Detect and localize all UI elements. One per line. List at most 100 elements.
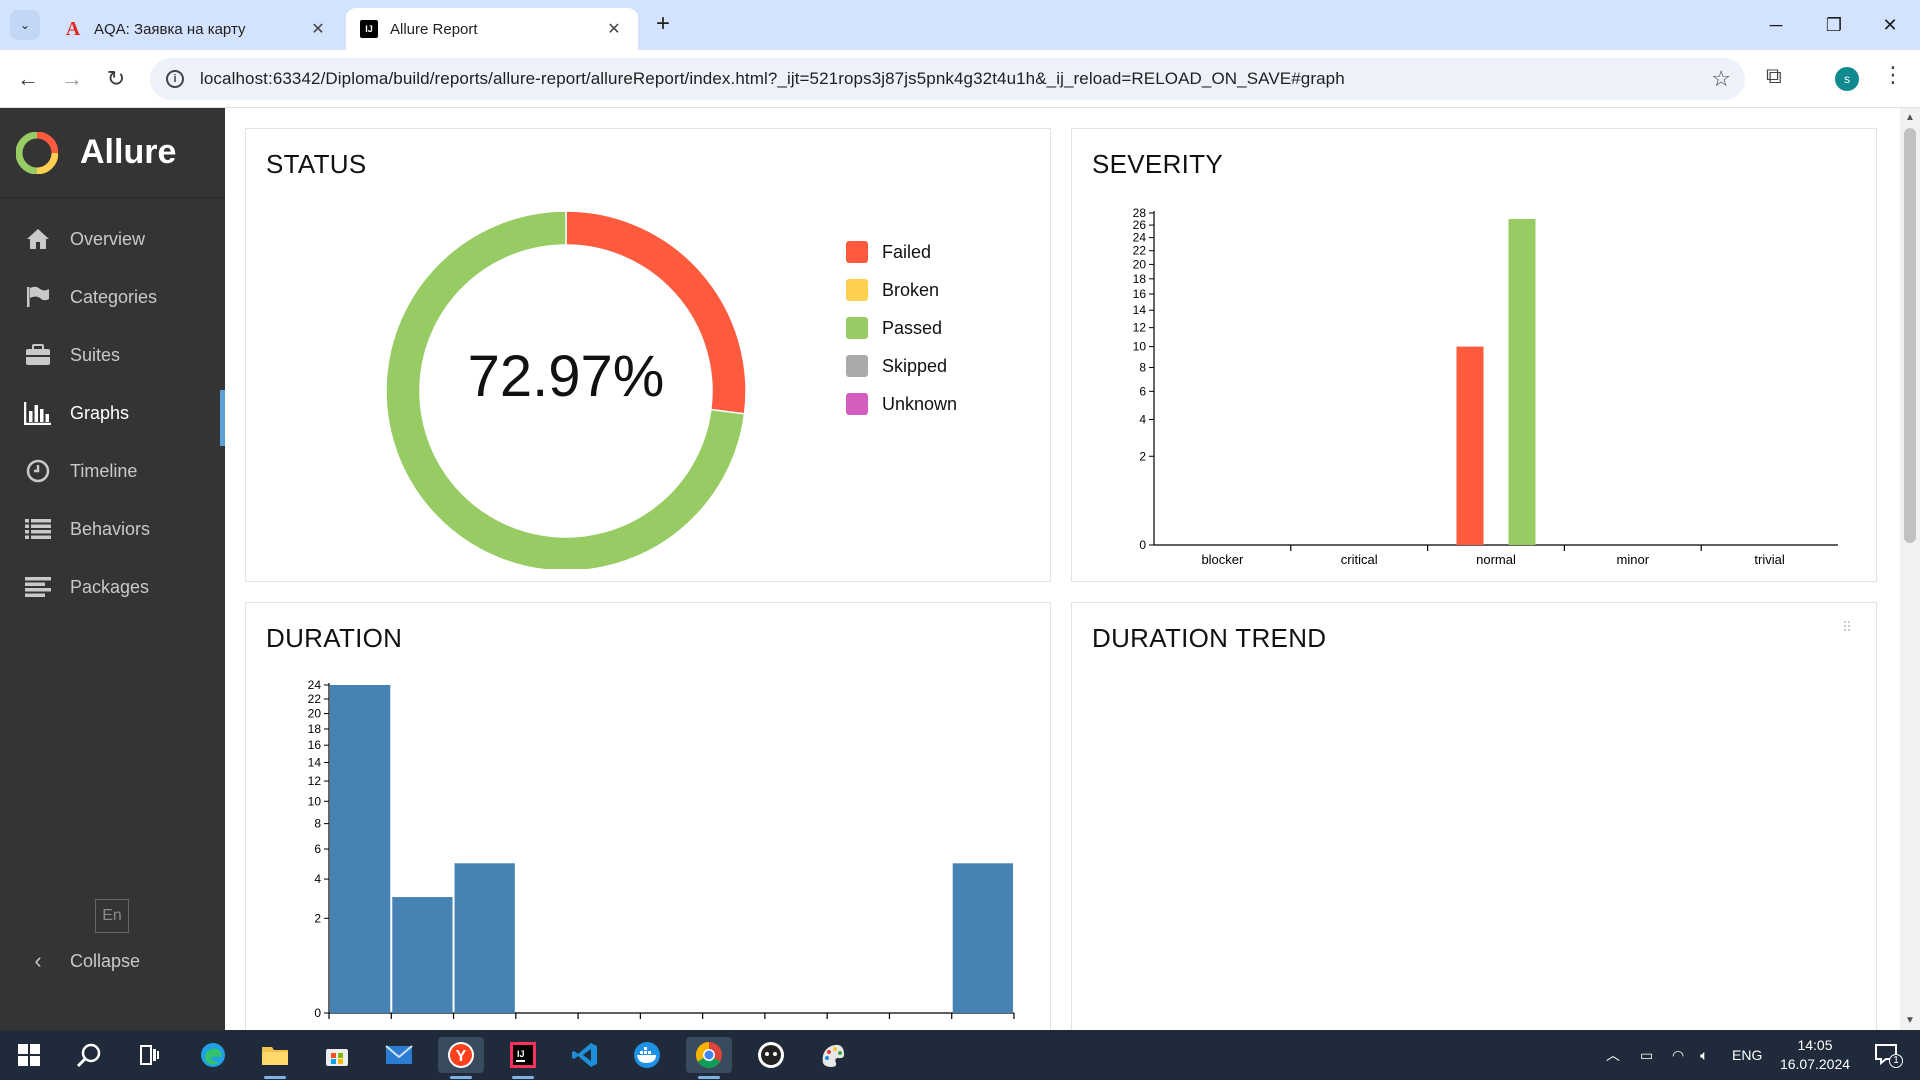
legend-item-broken[interactable]: Broken bbox=[846, 271, 957, 309]
legend-label: Skipped bbox=[882, 355, 948, 376]
site-info-icon[interactable]: i bbox=[166, 70, 184, 88]
mail-icon[interactable] bbox=[376, 1037, 422, 1073]
scroll-up-icon[interactable]: ▲ bbox=[1905, 112, 1915, 123]
volume-icon[interactable]: 🔈︎ bbox=[1700, 1030, 1708, 1080]
task-view-icon[interactable] bbox=[126, 1037, 172, 1073]
extensions-icon[interactable]: ⧉ bbox=[1766, 63, 1782, 89]
sidebar-item-overview[interactable]: Overview bbox=[0, 210, 225, 268]
search-icon[interactable] bbox=[66, 1037, 112, 1073]
brand-name: Allure bbox=[80, 133, 177, 171]
drag-handle-icon[interactable]: ⠿ bbox=[1842, 620, 1856, 639]
legend-swatch bbox=[846, 241, 868, 263]
bar-chart-icon bbox=[24, 401, 52, 425]
x-tick-label: trivial bbox=[1754, 552, 1784, 567]
duration-trend-title: DURATION TREND bbox=[1092, 623, 1327, 653]
y-tick-label: 22 bbox=[308, 692, 322, 706]
y-tick-label: 14 bbox=[1133, 303, 1147, 317]
taskbar-clock[interactable]: 14:05 16.07.2024 bbox=[1770, 1036, 1860, 1074]
address-bar[interactable]: i localhost:63342/Diploma/build/reports/… bbox=[150, 58, 1745, 100]
collapse-button[interactable]: ‹ Collapse bbox=[24, 948, 140, 974]
yandex-browser-icon[interactable]: Y bbox=[438, 1037, 484, 1079]
browser-tab-aqa[interactable]: A AQA: Заявка на карту ✕ bbox=[50, 8, 342, 50]
duration-bar bbox=[392, 897, 453, 1013]
windows-start-icon[interactable] bbox=[6, 1037, 52, 1073]
notification-count: 1 bbox=[1889, 1054, 1903, 1068]
x-tick-label: blocker bbox=[1201, 552, 1244, 567]
legend-item-skipped[interactable]: Skipped bbox=[846, 347, 957, 385]
file-explorer-icon[interactable] bbox=[252, 1037, 298, 1079]
reload-icon[interactable]: ↻ bbox=[100, 63, 132, 95]
edge-icon[interactable] bbox=[190, 1037, 236, 1073]
language-button[interactable]: En bbox=[95, 899, 129, 933]
wifi-icon[interactable]: ◠ bbox=[1672, 1030, 1684, 1080]
sidebar-item-timeline[interactable]: Timeline bbox=[0, 442, 225, 500]
svg-text:Y: Y bbox=[456, 1048, 467, 1065]
tab-title: AQA: Заявка на карту bbox=[94, 20, 246, 38]
duration-trend-widget: DURATION TREND ⠿ bbox=[1071, 602, 1877, 1030]
severity-bar-failed-normal bbox=[1456, 346, 1484, 545]
browser-tab-bar: ⌄ A AQA: Заявка на карту ✕ IJ Allure Rep… bbox=[0, 0, 1920, 50]
y-tick-label: 22 bbox=[1133, 244, 1147, 258]
notification-center-icon[interactable]: 1 bbox=[1874, 1042, 1904, 1070]
scrollbar-thumb[interactable] bbox=[1904, 128, 1916, 543]
sidebar-item-label: Packages bbox=[70, 576, 150, 597]
back-icon[interactable]: ← bbox=[12, 63, 44, 95]
sidebar-item-suites[interactable]: Suites bbox=[0, 326, 225, 384]
chrome-icon[interactable] bbox=[686, 1037, 732, 1079]
y-tick-label: 20 bbox=[308, 707, 322, 721]
close-tab-icon[interactable]: ✕ bbox=[308, 19, 328, 39]
new-tab-button[interactable]: + bbox=[650, 12, 676, 38]
paint-icon[interactable] bbox=[810, 1037, 856, 1073]
battery-icon[interactable]: ▭ bbox=[1640, 1030, 1653, 1080]
minimize-icon[interactable]: ─ bbox=[1756, 10, 1796, 40]
severity-bar-passed-normal bbox=[1508, 218, 1536, 545]
input-language[interactable]: ENG bbox=[1732, 1030, 1762, 1080]
docker-icon[interactable] bbox=[624, 1037, 670, 1073]
legend-item-unknown[interactable]: Unknown bbox=[846, 385, 957, 423]
sidebar-item-behaviors[interactable]: Behaviors bbox=[0, 500, 225, 558]
sidebar-item-label: Behaviors bbox=[70, 518, 151, 539]
legend-swatch bbox=[846, 393, 868, 415]
sidebar-item-label: Categories bbox=[70, 286, 158, 307]
url-text[interactable]: localhost:63342/Diploma/build/reports/al… bbox=[200, 69, 1345, 89]
sidebar-item-packages[interactable]: Packages bbox=[0, 558, 225, 616]
legend-item-failed[interactable]: Failed bbox=[846, 233, 957, 271]
show-hidden-icons-icon[interactable]: ︿ bbox=[1606, 1030, 1620, 1080]
browser-tab-allure[interactable]: IJ Allure Report ✕ bbox=[346, 8, 638, 50]
y-tick-label: 18 bbox=[1133, 272, 1147, 286]
flag-icon bbox=[24, 285, 52, 309]
close-window-icon[interactable]: ✕ bbox=[1870, 10, 1910, 40]
legend-swatch bbox=[846, 279, 868, 301]
y-tick-label: 16 bbox=[1133, 287, 1147, 301]
status-center-label: 72.97% bbox=[468, 344, 665, 409]
sidebar-nav: Overview Categories Suites Graphs Timeli… bbox=[0, 210, 225, 616]
restore-icon[interactable]: ❐ bbox=[1814, 10, 1854, 40]
intellij-icon[interactable]: IJ bbox=[500, 1037, 546, 1079]
store-icon[interactable] bbox=[314, 1037, 360, 1073]
page-scrollbar[interactable]: ▲ ▼ bbox=[1900, 108, 1920, 1030]
briefcase-icon bbox=[24, 343, 52, 367]
legend-item-passed[interactable]: Passed bbox=[846, 309, 957, 347]
close-tab-icon[interactable]: ✕ bbox=[604, 19, 624, 39]
legend-swatch bbox=[846, 317, 868, 339]
bookmark-star-icon[interactable]: ☆ bbox=[1711, 66, 1731, 92]
y-tick-label: 2 bbox=[1139, 449, 1146, 463]
scroll-down-icon[interactable]: ▼ bbox=[1905, 1015, 1915, 1026]
forward-icon[interactable]: → bbox=[56, 63, 88, 95]
y-tick-label: 0 bbox=[1139, 538, 1146, 552]
github-desktop-icon[interactable] bbox=[748, 1037, 794, 1073]
browser-menu-icon[interactable]: ⋮ bbox=[1882, 62, 1904, 88]
sidebar-item-graphs[interactable]: Graphs bbox=[0, 384, 225, 446]
duration-bar bbox=[952, 863, 1013, 1013]
legend-label: Passed bbox=[882, 317, 943, 338]
y-tick-label: 24 bbox=[1133, 231, 1147, 245]
tab-search-button[interactable]: ⌄ bbox=[10, 10, 40, 40]
list-icon bbox=[24, 517, 52, 541]
profile-avatar[interactable]: s bbox=[1835, 67, 1859, 91]
y-tick-label: 8 bbox=[314, 817, 321, 831]
severity-bar-chart: 0246810121416182022242628blocker critical… bbox=[1133, 206, 1838, 567]
sidebar-item-categories[interactable]: Categories bbox=[0, 268, 225, 326]
allure-brand[interactable]: Allure bbox=[0, 108, 225, 198]
vscode-icon[interactable] bbox=[562, 1037, 608, 1073]
duration-bar bbox=[454, 863, 515, 1013]
